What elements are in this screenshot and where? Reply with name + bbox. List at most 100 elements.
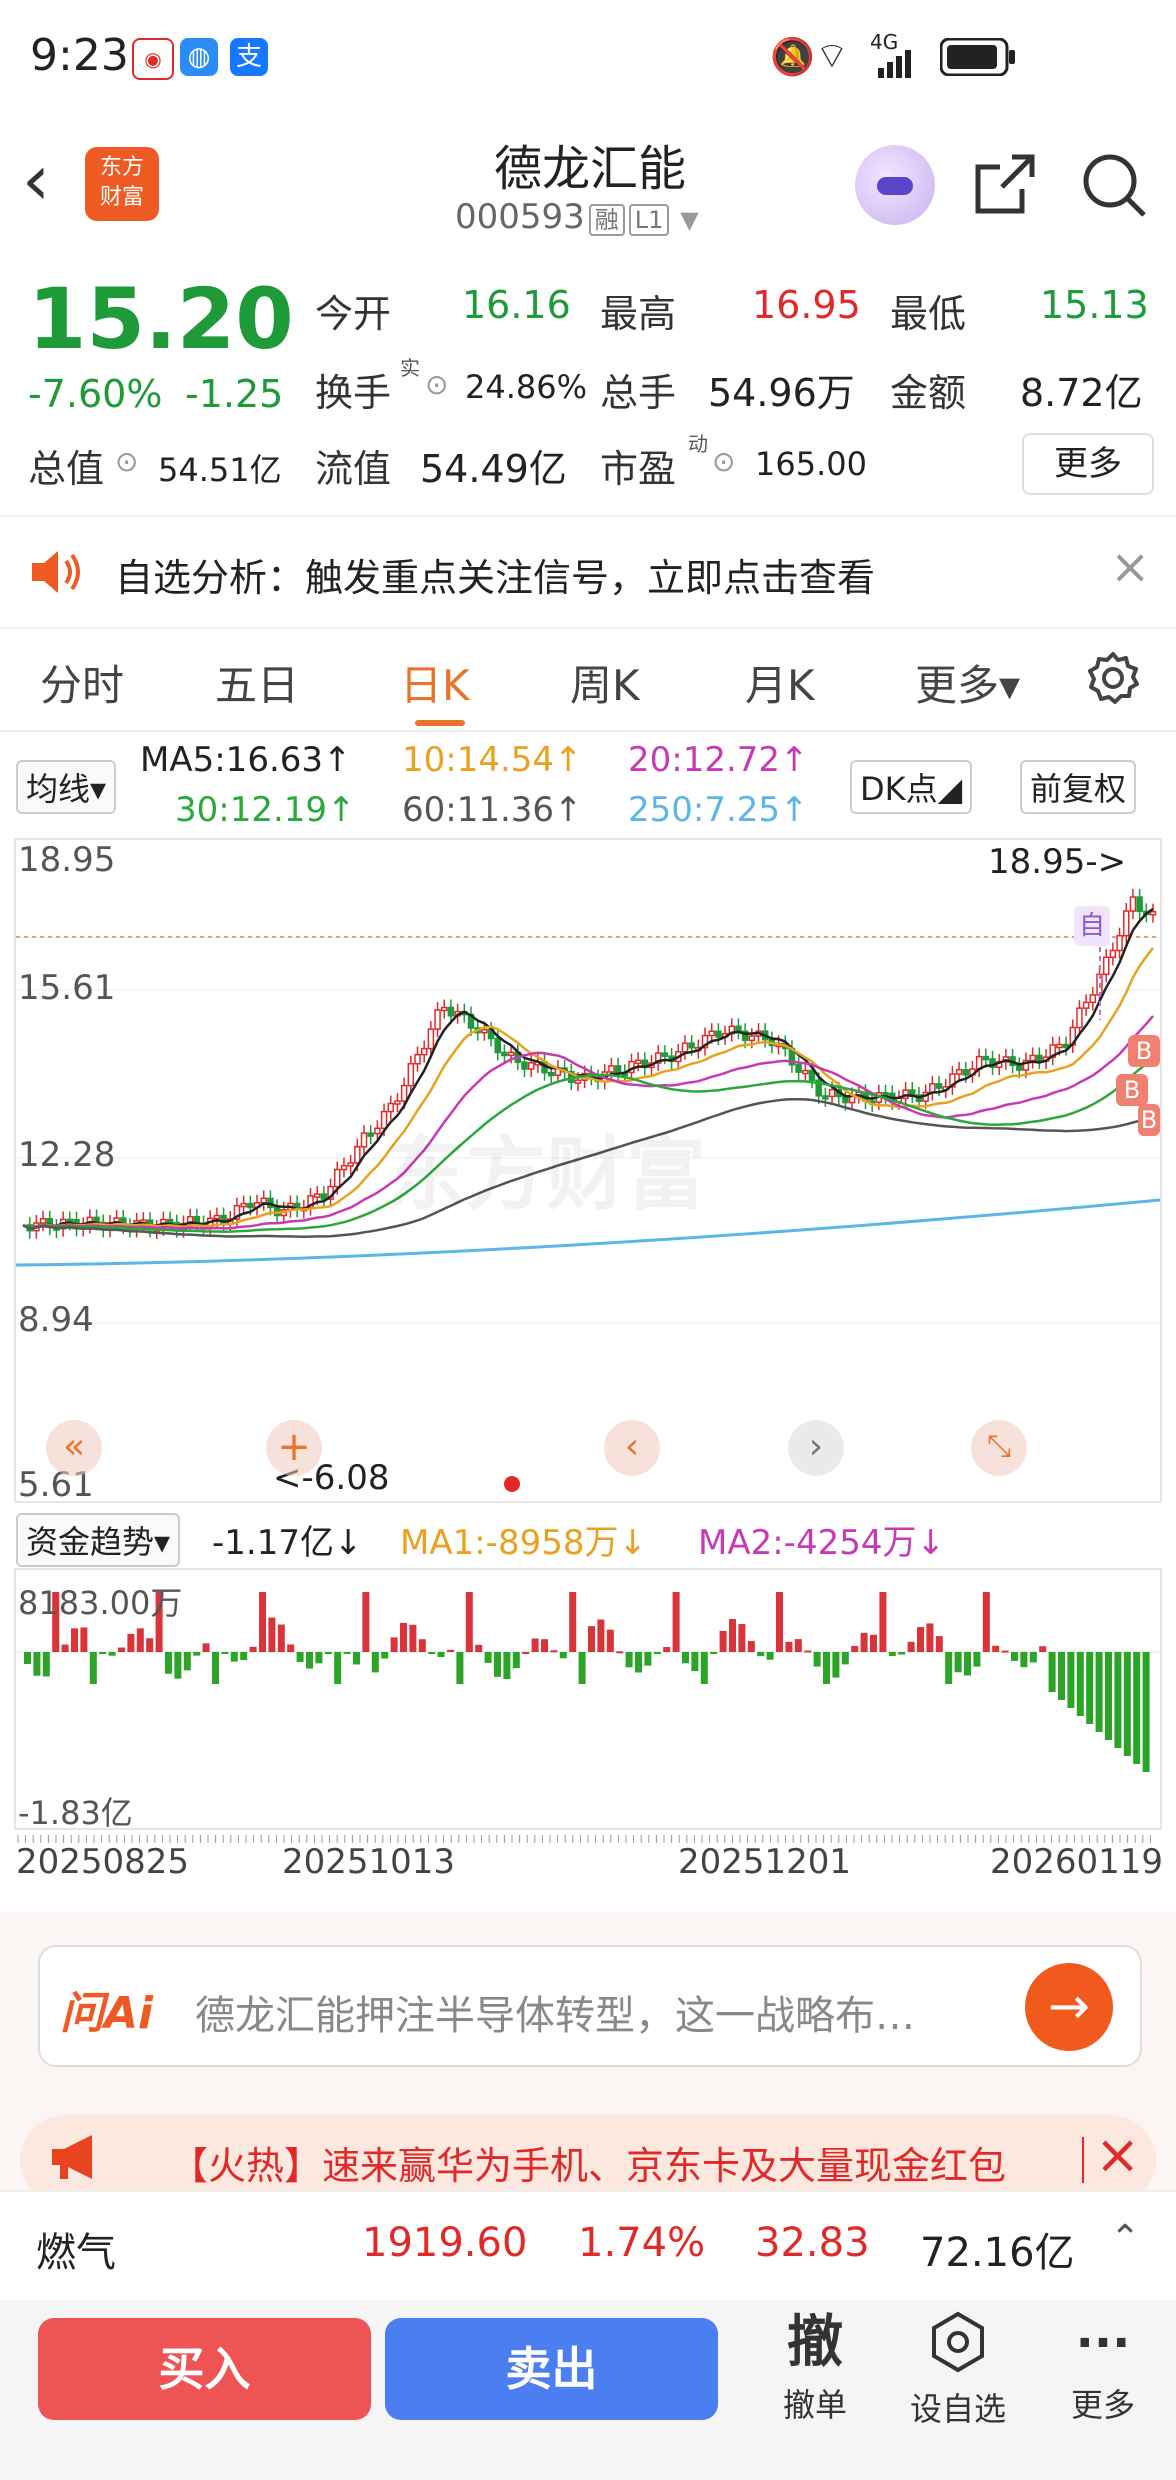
more-button[interactable]: ··· 更多 — [1038, 2310, 1168, 2426]
ai-send-button[interactable]: → — [1025, 1963, 1113, 2051]
fullscreen-icon[interactable]: ⤡ — [971, 1420, 1027, 1476]
zoom-in-icon[interactable]: + — [266, 1420, 322, 1476]
event-dot[interactable] — [504, 1476, 520, 1492]
notice-bar[interactable]: 自选分析：触发重点关注信号，立即点击查看 × — [0, 515, 1176, 629]
float-label: 流值 — [315, 447, 392, 491]
flow-bar — [1058, 1652, 1065, 1700]
more-quote-button[interactable]: 更多 — [1022, 433, 1154, 495]
info-icon[interactable]: ⊙ — [712, 445, 735, 478]
flow-bar — [259, 1592, 266, 1652]
adjust-toggle[interactable]: 前复权 — [1020, 760, 1137, 814]
candle — [367, 1132, 374, 1137]
y-tick-top: 18.95 — [18, 840, 116, 880]
close-icon[interactable]: × — [1110, 539, 1150, 595]
flow-bar — [1076, 1652, 1084, 1716]
tab-daily-k[interactable]: 日K — [400, 652, 470, 713]
rewind-icon[interactable]: « — [46, 1420, 102, 1476]
tab-monthly-k[interactable]: 月K — [745, 652, 815, 713]
flow-bar — [710, 1652, 718, 1654]
sell-button[interactable]: 卖出 — [385, 2318, 718, 2420]
add-watch-button[interactable]: 设自选 — [893, 2310, 1023, 2430]
candle — [354, 1146, 361, 1164]
eastmoney-logo: 东方 财富 — [85, 147, 159, 221]
fund-flow-select[interactable]: 资金趋势▾ — [16, 1513, 181, 1567]
tab-more[interactable]: 更多▾ — [915, 652, 1020, 713]
dk-point-toggle[interactable]: DK点◢ — [850, 760, 973, 814]
info-icon[interactable]: ⊙ — [115, 445, 138, 478]
ai-assistant-icon[interactable] — [855, 145, 935, 225]
flow-bar — [738, 1624, 746, 1652]
tab-intraday[interactable]: 分时 — [40, 652, 124, 713]
add-watch-label: 设自选 — [909, 2390, 1006, 2428]
flow-bar — [719, 1630, 727, 1652]
margin-tag: 融 — [588, 204, 625, 236]
y-tick-4: 8.94 — [18, 1300, 94, 1340]
flow-bar — [371, 1652, 379, 1673]
flow-bar — [343, 1652, 351, 1654]
flow-bar — [315, 1652, 323, 1664]
kline-chart[interactable]: 东方财富 18.95 15.61 12.28 8.94 5.61 18.95->… — [14, 838, 1162, 1505]
candle — [360, 1132, 368, 1148]
info-icon[interactable]: ⊙ — [425, 368, 448, 401]
ma30-value: 30:12.19↑ — [175, 790, 356, 830]
fund-y-bottom: -1.83亿 — [18, 1794, 133, 1832]
fund-flow-plot — [16, 1592, 1160, 1772]
chevron-up-icon[interactable]: ⌃ — [1110, 2218, 1140, 2259]
close-icon[interactable]: × — [1095, 2123, 1140, 2186]
flow-bar — [522, 1651, 530, 1654]
flow-bar — [954, 1652, 962, 1673]
turnover-value: 24.86% — [465, 368, 588, 406]
flow-bar — [268, 1617, 276, 1652]
ma250-value: 250:7.25↑ — [628, 790, 809, 830]
fund-flow-chart[interactable]: 8183.00万 -1.83亿 — [14, 1568, 1162, 1832]
date-label: 20251201 — [678, 1842, 852, 1882]
candle — [574, 1079, 582, 1084]
date-label: 20251013 — [282, 1842, 456, 1882]
tab-five-day[interactable]: 五日 — [215, 652, 299, 713]
buy-button[interactable]: 买入 — [38, 2318, 371, 2420]
flow-bar — [888, 1652, 896, 1656]
candle — [822, 1095, 829, 1100]
turnover-label: 换手 — [315, 371, 392, 415]
promo-divider — [1082, 2137, 1084, 2183]
scroll-left-icon[interactable]: ‹ — [604, 1420, 660, 1476]
cancel-order-button[interactable]: 撤 撤单 — [750, 2310, 880, 2426]
candle — [240, 1202, 247, 1208]
flow-bar — [625, 1652, 633, 1668]
candle — [688, 1042, 695, 1049]
flow-bar — [494, 1652, 501, 1677]
flow-bar — [606, 1629, 614, 1652]
buy-signal-marker: B — [1138, 1104, 1160, 1136]
sector-bar[interactable]: 燃气 1919.60 1.74% 32.83 72.16亿 ⌃ — [0, 2190, 1176, 2302]
candle — [394, 1100, 401, 1105]
flow-bar — [324, 1652, 332, 1654]
flow-bar — [653, 1652, 661, 1655]
tab-weekly-k[interactable]: 周K — [570, 652, 640, 713]
ma5-value: MA5:16.63↑ — [140, 740, 352, 780]
battery-icon — [939, 37, 1016, 80]
search-icon[interactable] — [1080, 151, 1150, 225]
share-icon[interactable] — [972, 151, 1038, 221]
candle — [521, 1061, 528, 1070]
flow-bar — [776, 1592, 783, 1652]
settings-icon[interactable] — [1085, 650, 1141, 710]
chart-tabs: 分时 五日 日K 周K 月K 更多▾ — [0, 630, 1176, 732]
candle — [735, 1025, 742, 1032]
self-select-marker: 自 — [1074, 906, 1110, 946]
flow-bar — [165, 1652, 172, 1674]
scroll-right-icon[interactable]: › — [788, 1420, 844, 1476]
candle — [1109, 949, 1117, 959]
indicator-select[interactable]: 均线▾ — [16, 760, 117, 814]
flow-bar — [973, 1652, 981, 1667]
flow-bar — [691, 1652, 699, 1672]
flow-bar — [108, 1652, 116, 1656]
flow-bar — [917, 1627, 924, 1652]
code-dropdown-icon[interactable]: ▼ — [680, 206, 698, 234]
ai-ask-bar[interactable]: 问Ai 德龙汇能押注半导体转型，这一战略布… → — [38, 1945, 1142, 2067]
candle — [447, 1006, 455, 1017]
mktcap-label: 总值 — [28, 447, 105, 491]
flow-bar — [635, 1652, 642, 1673]
candle — [414, 1053, 421, 1065]
back-icon[interactable]: ‹ — [22, 145, 50, 215]
flow-bar — [616, 1651, 624, 1654]
